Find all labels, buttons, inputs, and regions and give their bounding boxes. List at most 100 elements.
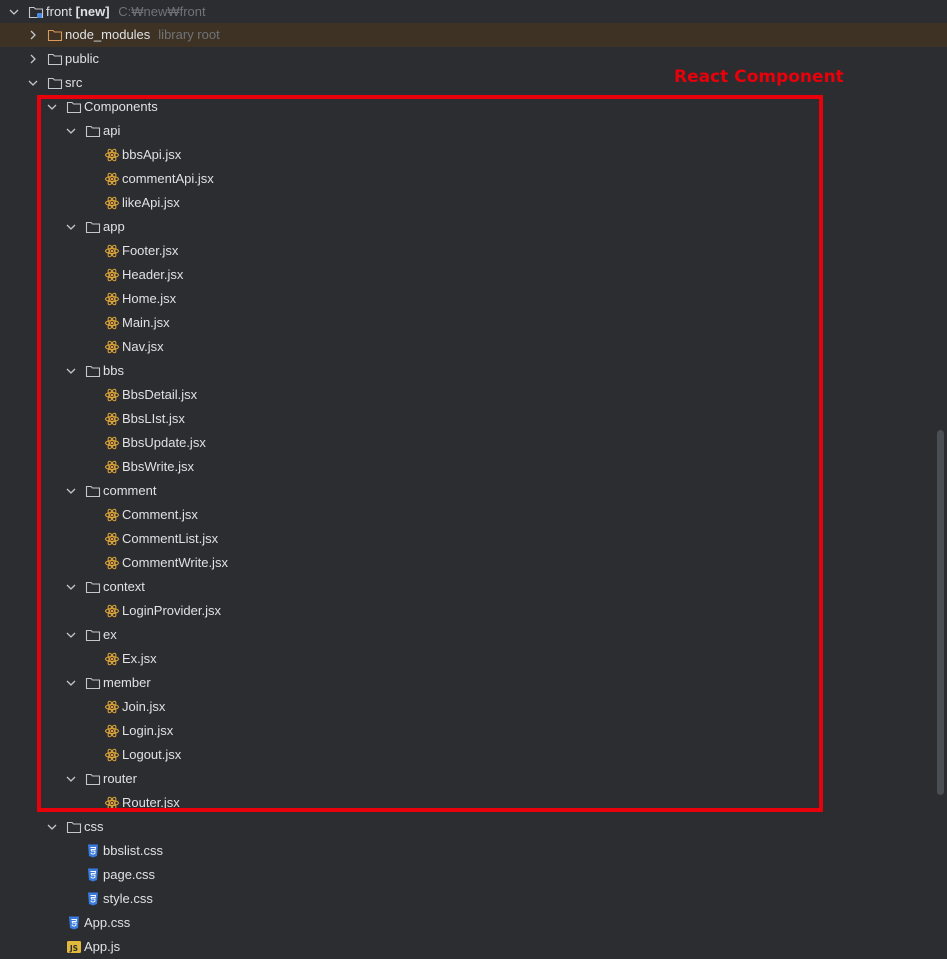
folder-label: bbs xyxy=(103,363,124,378)
chevron-right-icon[interactable] xyxy=(27,29,39,41)
tree-row[interactable]: commentApi.jsx xyxy=(0,167,947,191)
file-label: BbsDetail.jsx xyxy=(122,387,198,402)
tree-row[interactable]: context xyxy=(0,575,947,599)
chevron-down-icon[interactable] xyxy=(27,77,39,89)
tree-row[interactable]: BbsWrite.jsx xyxy=(0,455,947,479)
js-file-icon: JS xyxy=(66,939,82,955)
chevron-down-icon[interactable] xyxy=(65,365,77,377)
file-label: BbsUpdate.jsx xyxy=(122,435,206,450)
chevron-down-icon[interactable] xyxy=(65,485,77,497)
css-file-icon xyxy=(66,915,82,931)
react-icon xyxy=(104,291,120,307)
chevron-down-icon[interactable] xyxy=(8,6,20,18)
chevron-down-icon[interactable] xyxy=(65,221,77,233)
react-icon xyxy=(104,435,120,451)
tree-row-project-root[interactable]: front [new] C:₩new₩front xyxy=(0,0,947,24)
folder-icon xyxy=(85,219,101,235)
tree-row[interactable]: BbsUpdate.jsx xyxy=(0,431,947,455)
file-label: Header.jsx xyxy=(122,267,184,282)
folder-icon xyxy=(47,75,63,91)
chevron-right-icon[interactable] xyxy=(27,53,39,65)
tree-row[interactable]: Ex.jsx xyxy=(0,647,947,671)
tree-row[interactable]: Header.jsx xyxy=(0,263,947,287)
file-label: Main.jsx xyxy=(122,315,170,330)
file-label: Login.jsx xyxy=(122,723,174,738)
react-icon xyxy=(104,195,120,211)
tree-row[interactable]: member xyxy=(0,671,947,695)
tree-row[interactable]: CommentWrite.jsx xyxy=(0,551,947,575)
chevron-down-icon[interactable] xyxy=(46,101,58,113)
tree-row[interactable]: BbsLIst.jsx xyxy=(0,407,947,431)
project-name: front xyxy=(46,4,73,19)
tree-row-components[interactable]: Components xyxy=(0,95,947,119)
file-label: page.css xyxy=(103,867,156,882)
folder-label: api xyxy=(103,123,121,138)
tree-row[interactable]: bbslist.css xyxy=(0,839,947,863)
chevron-down-icon[interactable] xyxy=(65,581,77,593)
tree-row[interactable]: page.css xyxy=(0,863,947,887)
file-label: style.css xyxy=(103,891,153,906)
tree-row[interactable]: App.css xyxy=(0,911,947,935)
chevron-down-icon[interactable] xyxy=(65,629,77,641)
tree-row[interactable]: comment xyxy=(0,479,947,503)
tree-row[interactable]: CommentList.jsx xyxy=(0,527,947,551)
tree-row[interactable]: style.css xyxy=(0,887,947,911)
tree-row[interactable]: JS App.js xyxy=(0,935,947,959)
folder-label: member xyxy=(103,675,151,690)
file-label: bbslist.css xyxy=(103,843,163,858)
node-modules-name: node_modules xyxy=(65,27,151,42)
tree-row[interactable]: BbsDetail.jsx xyxy=(0,383,947,407)
folder-icon xyxy=(47,51,63,67)
react-icon xyxy=(104,459,120,475)
chevron-down-icon[interactable] xyxy=(65,677,77,689)
react-icon xyxy=(104,147,120,163)
tree-row-node-modules[interactable]: node_modules library root xyxy=(0,23,947,47)
tree-row[interactable]: Login.jsx xyxy=(0,719,947,743)
tree-row[interactable]: ex xyxy=(0,623,947,647)
tree-row[interactable]: css xyxy=(0,815,947,839)
tree-row[interactable]: api xyxy=(0,119,947,143)
folder-icon xyxy=(66,99,82,115)
tree-row[interactable]: Logout.jsx xyxy=(0,743,947,767)
file-label: Footer.jsx xyxy=(122,243,179,258)
css-file-icon xyxy=(85,867,101,883)
scrollbar-thumb[interactable] xyxy=(937,430,944,795)
file-label: App.js xyxy=(84,939,121,954)
react-icon xyxy=(104,651,120,667)
library-folder-icon xyxy=(47,27,63,43)
folder-label: css xyxy=(84,819,104,834)
react-icon xyxy=(104,507,120,523)
tree-row[interactable]: Main.jsx xyxy=(0,311,947,335)
css-file-icon xyxy=(85,891,101,907)
node-modules-label: node_modules library root xyxy=(65,23,220,47)
file-label: BbsLIst.jsx xyxy=(122,411,185,426)
tree-row[interactable]: bbs xyxy=(0,359,947,383)
react-icon xyxy=(104,795,120,811)
chevron-down-icon[interactable] xyxy=(65,125,77,137)
tree-row[interactable]: Router.jsx xyxy=(0,791,947,815)
tree-row[interactable]: LoginProvider.jsx xyxy=(0,599,947,623)
chevron-down-icon[interactable] xyxy=(46,821,58,833)
file-label: Comment.jsx xyxy=(122,507,198,522)
file-label: App.css xyxy=(84,915,131,930)
react-icon xyxy=(104,531,120,547)
file-label: Home.jsx xyxy=(122,291,177,306)
folder-label: comment xyxy=(103,483,157,498)
svg-text:JS: JS xyxy=(69,944,78,953)
tree-row[interactable]: Comment.jsx xyxy=(0,503,947,527)
tree-row[interactable]: Join.jsx xyxy=(0,695,947,719)
react-icon xyxy=(104,747,120,763)
folder-label: router xyxy=(103,771,137,786)
tree-row[interactable]: Home.jsx xyxy=(0,287,947,311)
project-tag: [new] xyxy=(75,4,110,19)
folder-icon xyxy=(85,363,101,379)
tree-row[interactable]: router xyxy=(0,767,947,791)
chevron-down-icon[interactable] xyxy=(65,773,77,785)
tree-row[interactable]: Nav.jsx xyxy=(0,335,947,359)
tree-row[interactable]: Footer.jsx xyxy=(0,239,947,263)
tree-row[interactable]: app xyxy=(0,215,947,239)
folder-label: context xyxy=(103,579,145,594)
tree-row[interactable]: likeApi.jsx xyxy=(0,191,947,215)
tree-row[interactable]: bbsApi.jsx xyxy=(0,143,947,167)
file-label: Join.jsx xyxy=(122,699,166,714)
